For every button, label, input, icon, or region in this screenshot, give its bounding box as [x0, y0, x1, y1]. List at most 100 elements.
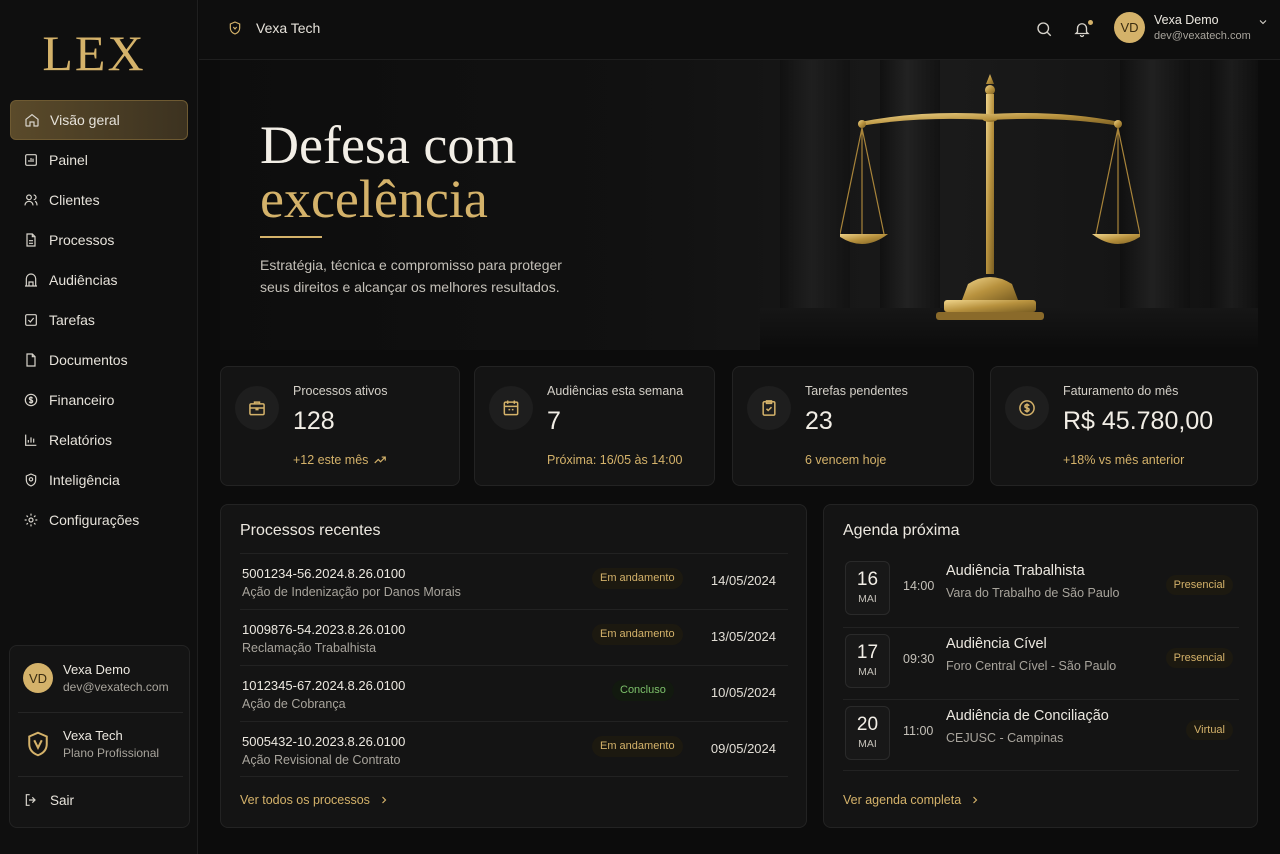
agenda-time: 14:00 — [903, 579, 935, 593]
hero-banner: Defesa com excelência Estratégia, técnic… — [220, 60, 1258, 350]
sidebar-item-documentos[interactable]: Documentos — [10, 340, 188, 380]
top-bar: Vexa Tech VD Vexa Demo dev@vexatech.com — [199, 0, 1280, 60]
sidebar-org[interactable]: Vexa Tech Plano Profissional — [10, 728, 159, 760]
stat-card-faturamento[interactable]: Faturamento do mês R$ 45.780,00 +18% vs … — [990, 366, 1258, 486]
org-switcher[interactable]: Vexa Tech — [227, 20, 320, 36]
agenda-item[interactable]: 20 MAI 11:00 Audiência de Conciliação CE… — [843, 699, 1239, 771]
sidebar-item-inteligencia[interactable]: Inteligência — [10, 460, 188, 500]
sidebar-item-visao-geral[interactable]: Visão geral — [10, 100, 188, 140]
stat-icon-wrap — [1005, 386, 1049, 430]
view-full-agenda-link[interactable]: Ver agenda completa — [843, 793, 981, 807]
status-badge: Concluso — [612, 680, 674, 701]
agenda-location: Foro Central Cível - São Paulo — [946, 659, 1117, 673]
dollar-coin-icon — [1019, 400, 1035, 416]
agenda-item[interactable]: 16 MAI 14:00 Audiência Trabalhista Vara … — [843, 555, 1239, 627]
stat-footnote: +18% vs mês anterior — [1063, 453, 1185, 467]
agenda-day: 20 — [856, 714, 879, 735]
sidebar-item-financeiro[interactable]: Financeiro — [10, 380, 188, 420]
agenda-time: 09:30 — [903, 652, 935, 666]
sidebar: LEX Visão geral Painel Clientes Processo… — [0, 0, 198, 854]
sidebar-org-plan: Plano Profissional — [63, 746, 160, 760]
agenda-day: 16 — [856, 569, 879, 590]
stat-value: 23 — [805, 407, 833, 435]
process-description: Ação Revisional de Contrato — [242, 753, 401, 767]
agenda-title: Audiência de Conciliação — [946, 708, 1109, 724]
divider — [18, 776, 183, 777]
table-row[interactable]: 5001234-56.2024.8.26.0100 Ação de Indeni… — [240, 553, 788, 609]
agenda-month: MAI — [858, 593, 877, 605]
agenda-location: Vara do Trabalho de São Paulo — [946, 586, 1120, 600]
stat-card-tarefas[interactable]: Tarefas pendentes 23 6 vencem hoje — [732, 366, 974, 486]
home-icon — [25, 113, 39, 127]
process-number: 5005432-10.2023.8.26.0100 — [242, 734, 406, 749]
sidebar-item-label: Relatórios — [49, 432, 113, 448]
sidebar-item-label: Clientes — [49, 192, 100, 208]
status-badge: Em andamento — [592, 736, 683, 757]
logout-label: Sair — [50, 792, 75, 808]
status-badge: Em andamento — [592, 624, 683, 645]
shield-icon — [229, 21, 241, 35]
sidebar-item-tarefas[interactable]: Tarefas — [10, 300, 188, 340]
dashboard-icon — [25, 154, 37, 166]
status-badge: Em andamento — [592, 568, 683, 589]
stat-card-processos[interactable]: Processos ativos 128 +12 este mês — [220, 366, 460, 486]
process-description: Reclamação Trabalhista — [242, 641, 377, 655]
sidebar-item-audiencias[interactable]: Audiências — [10, 260, 188, 300]
sidebar-item-label: Painel — [49, 152, 88, 168]
hero-subtitle: Estratégia, técnica e compromisso para p… — [260, 257, 562, 295]
notifications-button[interactable] — [1073, 20, 1093, 40]
trend-up-icon — [374, 456, 387, 464]
chevron-right-icon — [973, 796, 978, 804]
document-icon — [26, 353, 36, 367]
process-number: 5001234-56.2024.8.26.0100 — [242, 566, 406, 581]
stat-card-audiencias[interactable]: Audiências esta semana 7 Próxima: 16/05 … — [474, 366, 715, 486]
process-date: 10/05/2024 — [710, 685, 776, 700]
user-name: Vexa Demo — [1154, 13, 1219, 27]
sidebar-user-name: Vexa Demo — [63, 662, 131, 677]
logout-button[interactable]: Sair — [10, 792, 74, 808]
table-row[interactable]: 5005432-10.2023.8.26.0100 Ação Revisiona… — [240, 721, 788, 777]
sidebar-item-label: Documentos — [49, 352, 128, 368]
search-button[interactable] — [1035, 20, 1055, 40]
calendar-icon — [503, 400, 519, 416]
avatar: VD — [1114, 12, 1145, 43]
link-label: Ver todos os processos — [240, 793, 370, 807]
sidebar-item-configuracoes[interactable]: Configurações — [10, 500, 188, 540]
process-description: Ação de Indenização por Danos Morais — [242, 585, 461, 599]
agenda-item[interactable]: 17 MAI 09:30 Audiência Cível Foro Centra… — [843, 627, 1239, 699]
sidebar-item-label: Audiências — [49, 272, 118, 288]
upcoming-agenda-panel: Agenda próxima 16 MAI 14:00 Audiência Tr… — [823, 504, 1258, 828]
sidebar-item-clientes[interactable]: Clientes — [10, 180, 188, 220]
stat-footnote-text: +12 este mês — [293, 453, 369, 467]
user-menu[interactable]: VD Vexa Demo dev@vexatech.com — [1114, 12, 1269, 43]
sidebar-nav: Visão geral Painel Clientes Processos Au… — [10, 100, 188, 540]
stat-icon-wrap — [747, 386, 791, 430]
notification-dot — [1088, 20, 1093, 25]
table-row[interactable]: 1009876-54.2023.8.26.0100 Reclamação Tra… — [240, 609, 788, 665]
gear-icon — [24, 513, 38, 527]
stat-value: 7 — [547, 407, 561, 435]
agenda-date: 16 MAI — [845, 561, 890, 615]
sidebar-item-painel[interactable]: Painel — [10, 140, 188, 180]
sidebar-user[interactable]: VD Vexa Demo dev@vexatech.com — [10, 662, 169, 694]
panel-title: Agenda próxima — [843, 522, 960, 539]
sidebar-item-label: Inteligência — [49, 472, 120, 488]
user-email: dev@vexatech.com — [1154, 30, 1251, 42]
process-date: 14/05/2024 — [710, 573, 776, 588]
hero-title: Defesa com — [260, 115, 517, 175]
stat-value: R$ 45.780,00 — [1063, 407, 1214, 435]
stat-footnote: +12 este mês — [293, 453, 387, 467]
sidebar-item-relatorios[interactable]: Relatórios — [10, 420, 188, 460]
process-description: Ação de Cobrança — [242, 697, 346, 711]
stat-icon-wrap — [235, 386, 279, 430]
view-all-processes-link[interactable]: Ver todos os processos — [240, 793, 390, 807]
agenda-type-badge: Presencial — [1165, 575, 1233, 595]
sidebar-item-processos[interactable]: Processos — [10, 220, 188, 260]
stat-icon-wrap — [489, 386, 533, 430]
intelligence-icon — [25, 473, 37, 487]
table-row[interactable]: 1012345-67.2024.8.26.0100 Ação de Cobran… — [240, 665, 788, 721]
process-number: 1012345-67.2024.8.26.0100 — [242, 678, 406, 693]
shield-logo-icon — [28, 731, 48, 757]
sidebar-item-label: Configurações — [49, 512, 140, 528]
stat-value: 128 — [293, 407, 335, 435]
